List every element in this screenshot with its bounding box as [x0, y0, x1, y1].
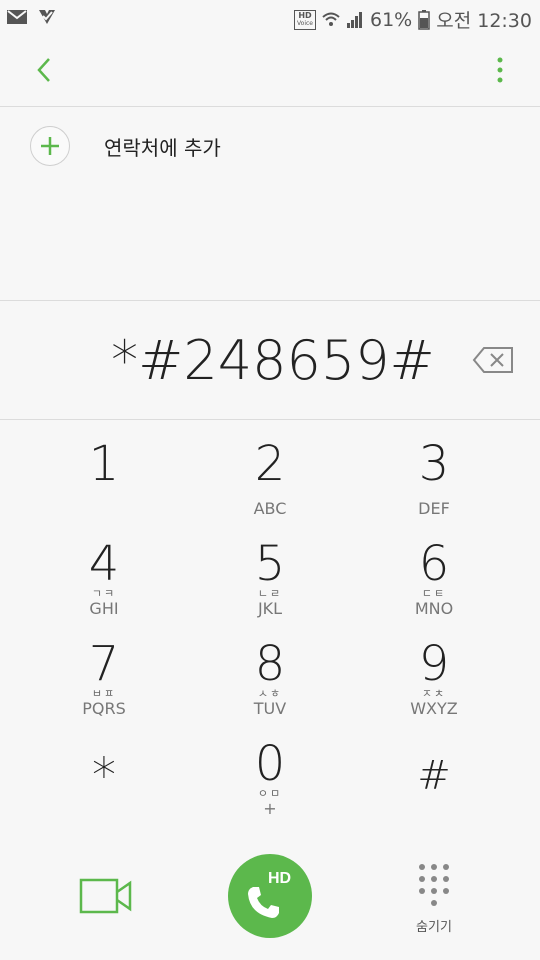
key-1[interactable]: 1 [22, 440, 186, 540]
battery-icon [418, 9, 430, 30]
status-bar: HD Voice 61% 오전 12:30 [0, 0, 540, 36]
plus-icon [41, 137, 59, 155]
call-button[interactable]: HD [228, 854, 312, 938]
key-6[interactable]: 6 ㄷㅌ MNO [352, 540, 516, 640]
key-9[interactable]: 9 ㅈㅊ WXYZ [352, 640, 516, 740]
chevron-left-icon [37, 58, 50, 82]
key-4[interactable]: 4 ㄱㅋ GHI [22, 540, 186, 640]
system-icons: HD Voice 61% 오전 12:30 [294, 6, 532, 33]
wifi-icon [322, 12, 340, 26]
mail-icon [7, 10, 27, 24]
key-digit: 8 [254, 636, 286, 692]
phone-icon [248, 887, 279, 918]
key-letters: JKL [257, 599, 283, 618]
number-display-area: *#248659# [0, 300, 540, 420]
key-digit: # [417, 753, 451, 799]
key-7[interactable]: 7 ㅂㅍ PQRS [22, 640, 186, 740]
key-digit: * [92, 748, 116, 804]
key-digit: 5 [254, 536, 286, 592]
key-0[interactable]: 0 ㅇㅁ + [188, 740, 352, 840]
key-letters: ABC [253, 499, 287, 518]
task-check-icon [39, 10, 55, 24]
hd-voice-bottom: Voice [297, 19, 313, 27]
add-to-contacts[interactable]: 연락처에 추가 [30, 124, 221, 168]
backspace-button[interactable] [472, 345, 516, 375]
key-digit: 3 [418, 436, 450, 492]
key-letters: DEF [418, 499, 450, 518]
key-letters: PQRS [82, 699, 126, 718]
key-2[interactable]: 2 ABC [188, 440, 352, 540]
key-digit: 4 [88, 536, 120, 592]
key-plus: + [263, 799, 277, 818]
key-digit: 2 [254, 436, 286, 492]
notification-icons [6, 8, 56, 26]
hd-voice-top: HD [298, 10, 312, 20]
add-contact-label[interactable]: 연락처에 추가 [104, 132, 221, 161]
dialpad-icon [396, 864, 472, 906]
key-letters: MNO [414, 599, 454, 618]
key-5[interactable]: 5 ㄴㄹ JKL [188, 540, 352, 640]
clock: 오전 12:30 [436, 10, 532, 32]
back-button[interactable] [24, 50, 64, 90]
hd-voice-icon: HD Voice [294, 9, 316, 30]
key-letters: TUV [253, 699, 287, 718]
key-letters: GHI [89, 599, 119, 618]
key-digit: 9 [418, 636, 450, 692]
key-star[interactable]: * [22, 740, 186, 852]
key-digit: 6 [418, 536, 450, 592]
top-bar [0, 36, 540, 107]
key-letters: WXYZ [410, 699, 458, 718]
hide-keypad-button[interactable]: 숨기기 [396, 860, 472, 940]
key-8[interactable]: 8 ㅅㅎ TUV [188, 640, 352, 740]
more-options-button[interactable] [490, 50, 510, 90]
dialed-number[interactable]: *#248659# [0, 329, 540, 392]
video-call-button[interactable] [78, 874, 134, 918]
more-vertical-icon [497, 57, 503, 83]
key-hash[interactable]: # [352, 740, 516, 852]
signal-icon [347, 11, 362, 28]
add-contact-button[interactable] [30, 126, 70, 166]
hide-keypad-label: 숨기기 [416, 920, 452, 935]
battery-percent: 61% [370, 8, 413, 31]
key-digit: 7 [88, 636, 120, 692]
key-3[interactable]: 3 DEF [352, 440, 516, 540]
key-digit: 0 [254, 736, 286, 792]
key-digit: 1 [88, 436, 120, 492]
